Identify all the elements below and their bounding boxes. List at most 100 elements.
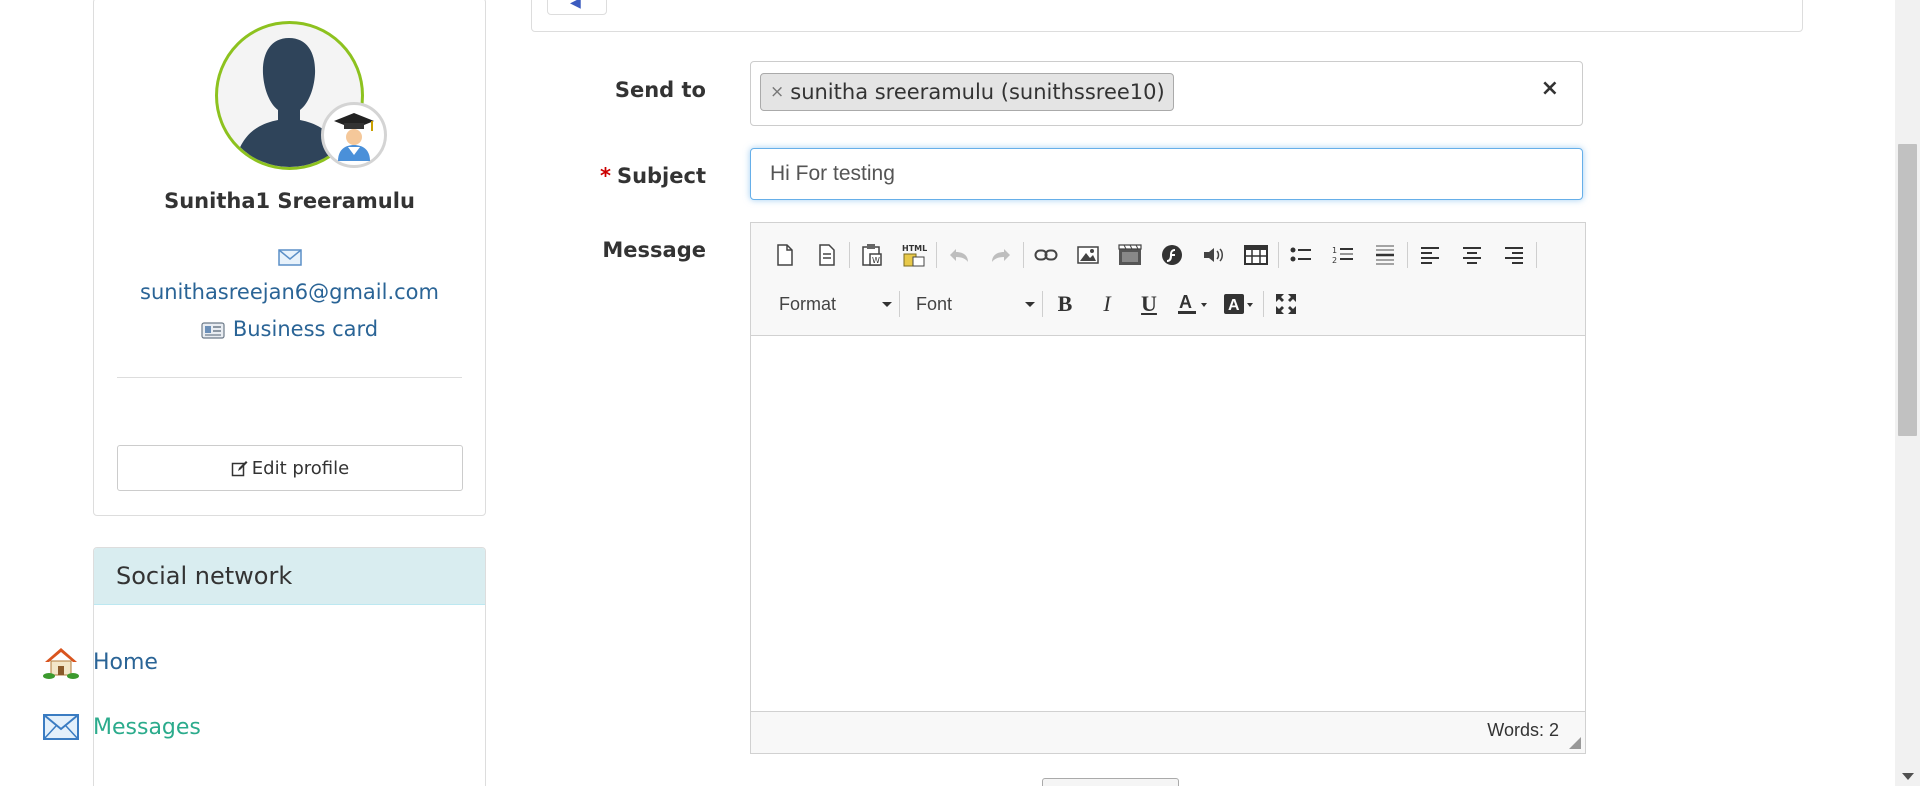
toolbar-separator bbox=[1278, 242, 1279, 268]
flash-icon bbox=[1162, 245, 1182, 265]
scrollbar-thumb[interactable] bbox=[1898, 144, 1917, 436]
link-button[interactable] bbox=[1025, 239, 1067, 271]
maximize-icon bbox=[1276, 294, 1296, 314]
toolbar-separator bbox=[1023, 242, 1024, 268]
subject-label: * Subject bbox=[600, 164, 706, 188]
underline-icon: U bbox=[1141, 291, 1157, 316]
templates-icon bbox=[819, 244, 835, 266]
recipient-select[interactable]: × sunitha sreeramulu (sunithssree10) × bbox=[750, 61, 1583, 126]
sidebar-item-messages[interactable]: Messages bbox=[43, 713, 201, 741]
background-color-icon: A bbox=[1224, 294, 1253, 314]
recipient-tag: × sunitha sreeramulu (sunithssree10) bbox=[760, 73, 1174, 111]
remove-recipient-button[interactable]: × bbox=[770, 82, 784, 102]
recipient-label: sunitha sreeramulu (sunithssree10) bbox=[790, 80, 1165, 104]
required-marker: * bbox=[599, 164, 611, 188]
envelope-icon bbox=[278, 249, 302, 266]
word-count: Words: 2 bbox=[1487, 720, 1559, 740]
font-dropdown[interactable]: Font bbox=[901, 288, 1041, 320]
toolbar-separator bbox=[1263, 291, 1264, 317]
video-icon bbox=[1118, 244, 1142, 265]
link-icon bbox=[1034, 249, 1058, 261]
align-center-icon bbox=[1463, 247, 1481, 264]
scroll-down-arrow-icon[interactable] bbox=[1902, 773, 1914, 780]
paste-html-icon: HTML bbox=[902, 244, 927, 267]
role-badge bbox=[321, 102, 387, 168]
profile-panel: Sunitha1 Sreeramulu sunithasreejan6@gmai… bbox=[93, 0, 486, 516]
undo-button[interactable] bbox=[938, 239, 980, 271]
editor-status-bar: Words: 2 bbox=[751, 711, 1585, 753]
business-card-icon bbox=[201, 322, 225, 339]
flash-button[interactable] bbox=[1151, 239, 1193, 271]
bold-button[interactable]: B bbox=[1044, 288, 1086, 320]
underline-button[interactable]: U bbox=[1128, 288, 1170, 320]
subject-input[interactable] bbox=[750, 148, 1583, 200]
bulleted-list-button[interactable] bbox=[1280, 239, 1322, 271]
horizontal-rule-button[interactable] bbox=[1364, 239, 1406, 271]
redo-icon bbox=[992, 249, 1010, 262]
send-to-label: Send to bbox=[614, 78, 706, 102]
resize-grip-icon[interactable] bbox=[1568, 736, 1582, 750]
edit-icon bbox=[231, 460, 248, 476]
paste-html-button[interactable]: HTML bbox=[893, 239, 935, 271]
clear-recipients-button[interactable]: × bbox=[1541, 76, 1559, 101]
sidebar-item-home[interactable]: Home bbox=[43, 644, 158, 680]
svg-text:1: 1 bbox=[1332, 246, 1337, 255]
svg-text:A: A bbox=[1179, 292, 1192, 312]
paste-word-button[interactable]: W bbox=[851, 239, 893, 271]
edit-profile-button[interactable]: Edit profile bbox=[117, 445, 463, 491]
page-scrollbar[interactable] bbox=[1895, 0, 1920, 786]
maximize-button[interactable] bbox=[1265, 288, 1307, 320]
toolbar-separator bbox=[1407, 242, 1408, 268]
message-label: Message bbox=[602, 238, 706, 262]
editor-toolbar: W HTML 12 Format Font B I U A A bbox=[751, 223, 1585, 336]
align-left-button[interactable] bbox=[1409, 239, 1451, 271]
home-icon bbox=[43, 648, 79, 679]
audio-button[interactable] bbox=[1193, 239, 1235, 271]
bold-icon: B bbox=[1057, 291, 1073, 316]
italic-icon: I bbox=[1103, 291, 1111, 316]
align-left-icon bbox=[1421, 247, 1439, 264]
social-network-header: Social network bbox=[94, 548, 485, 605]
video-button[interactable] bbox=[1109, 239, 1151, 271]
toolbar-row-2: Format Font B I U A A bbox=[764, 284, 1307, 324]
new-page-button[interactable] bbox=[764, 239, 806, 271]
divider bbox=[117, 377, 462, 378]
align-right-button[interactable] bbox=[1493, 239, 1535, 271]
message-editor: W HTML 12 Format Font B I U A A Words: 2 bbox=[750, 222, 1586, 754]
format-dropdown[interactable]: Format bbox=[764, 288, 898, 320]
sidebar-item-label: Home bbox=[93, 649, 158, 675]
image-button[interactable] bbox=[1067, 239, 1109, 271]
toolbar-row-1: W HTML 12 bbox=[764, 235, 1538, 275]
background-color-button[interactable]: A bbox=[1216, 288, 1262, 320]
toolbar-separator bbox=[1536, 242, 1537, 268]
new-page-icon bbox=[777, 244, 793, 266]
chevron-down-icon bbox=[882, 301, 892, 307]
business-card-label: Business card bbox=[232, 317, 379, 341]
redo-button[interactable] bbox=[980, 239, 1022, 271]
horizontal-rule-icon bbox=[1376, 245, 1394, 265]
align-center-button[interactable] bbox=[1451, 239, 1493, 271]
italic-button[interactable]: I bbox=[1086, 288, 1128, 320]
message-body-input[interactable] bbox=[751, 336, 1585, 712]
svg-text:W: W bbox=[872, 256, 880, 265]
font-label: Font bbox=[916, 293, 953, 314]
format-label: Format bbox=[779, 293, 837, 314]
table-icon bbox=[1244, 245, 1268, 265]
back-button[interactable]: ◀ bbox=[547, 0, 607, 15]
chevron-down-icon bbox=[1025, 301, 1035, 307]
envelope-icon bbox=[43, 714, 79, 740]
table-button[interactable] bbox=[1235, 239, 1277, 271]
edit-profile-label: Edit profile bbox=[251, 457, 350, 479]
toolbar-separator bbox=[899, 291, 900, 317]
text-color-icon: A bbox=[1178, 292, 1207, 314]
image-icon bbox=[1077, 246, 1099, 264]
send-message-button[interactable] bbox=[1042, 778, 1179, 786]
align-right-icon bbox=[1505, 247, 1523, 264]
numbered-list-icon: 12 bbox=[1332, 246, 1353, 265]
numbered-list-button[interactable]: 12 bbox=[1322, 239, 1364, 271]
templates-button[interactable] bbox=[806, 239, 848, 271]
business-card-link[interactable]: Business card bbox=[94, 317, 485, 341]
profile-email-link[interactable]: sunithasreejan6@gmail.com bbox=[94, 280, 485, 304]
text-color-button[interactable]: A bbox=[1170, 288, 1216, 320]
subject-label-text: Subject bbox=[616, 164, 706, 188]
